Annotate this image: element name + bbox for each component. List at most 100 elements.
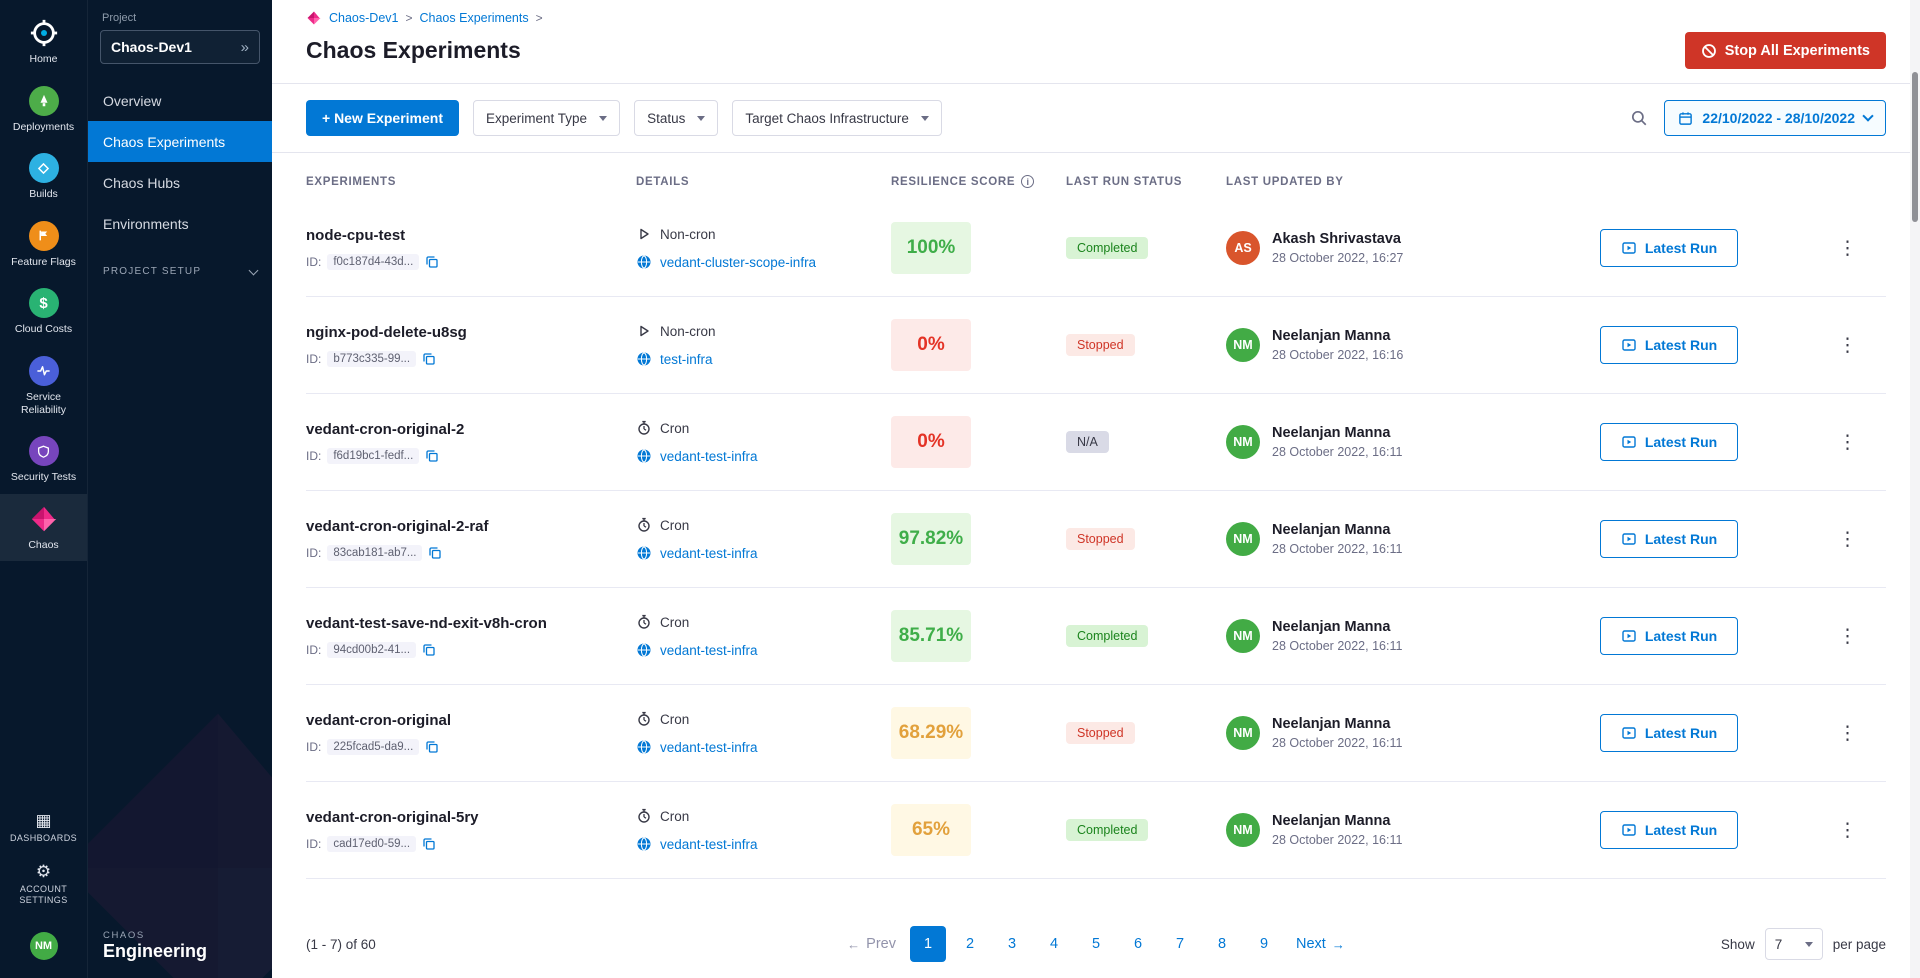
next-page-button[interactable]: Next	[1288, 926, 1353, 962]
page-button[interactable]: 2	[952, 926, 988, 962]
copy-icon[interactable]	[422, 837, 436, 851]
user-profile-item[interactable]: NM	[0, 915, 87, 978]
chevron-down-icon	[1805, 942, 1813, 947]
experiment-name[interactable]: vedant-cron-original-2-raf	[306, 518, 636, 535]
infrastructure-link[interactable]: vedant-test-infra	[660, 740, 758, 755]
latest-run-button[interactable]: Latest Run	[1600, 811, 1738, 849]
copy-icon[interactable]	[425, 740, 439, 754]
latest-run-button[interactable]: Latest Run	[1600, 229, 1738, 267]
sidebar-item-feature-flags[interactable]: Feature Flags	[0, 211, 87, 279]
schedule-type: Non-cron	[660, 324, 716, 339]
page-button[interactable]: 3	[994, 926, 1030, 962]
prev-page-button[interactable]: Prev	[839, 926, 904, 962]
experiment-name[interactable]: nginx-pod-delete-u8sg	[306, 324, 636, 341]
kebab-menu-button[interactable]: ⋮	[1830, 718, 1865, 749]
column-header-details: DETAILS	[636, 176, 891, 188]
play-icon	[636, 226, 652, 242]
security-tests-icon	[29, 436, 59, 466]
kebab-menu-button[interactable]: ⋮	[1830, 524, 1865, 555]
copy-icon[interactable]	[425, 255, 439, 269]
expand-sidebar-icon[interactable]	[241, 39, 249, 56]
latest-run-icon	[1621, 822, 1637, 838]
infrastructure-link[interactable]: test-infra	[660, 352, 713, 367]
infrastructure-link[interactable]: vedant-test-infra	[660, 837, 758, 852]
status-filter[interactable]: Status	[634, 100, 718, 136]
info-icon[interactable]	[1021, 175, 1034, 188]
experiment-name[interactable]: vedant-cron-original	[306, 712, 636, 729]
copy-icon[interactable]	[425, 449, 439, 463]
sidebar-item-account-settings[interactable]: ⚙ ACCOUNT SETTINGS	[0, 854, 87, 916]
resilience-score-value: 85.71%	[891, 610, 971, 662]
experiment-name[interactable]: vedant-cron-original-5ry	[306, 809, 636, 826]
page-button[interactable]: 9	[1246, 926, 1282, 962]
vertical-scrollbar[interactable]	[1910, 0, 1920, 978]
table-row: vedant-cron-original-2-raf ID: 83cab181-…	[306, 491, 1886, 588]
infrastructure-link[interactable]: vedant-test-infra	[660, 546, 758, 561]
kebab-menu-button[interactable]: ⋮	[1830, 233, 1865, 264]
latest-run-label: Latest Run	[1645, 822, 1717, 838]
ban-icon	[1701, 43, 1717, 59]
avatar[interactable]: NM	[30, 932, 58, 960]
experiment-id-value: 225fcad5-da9...	[327, 739, 419, 755]
page-button[interactable]: 5	[1078, 926, 1114, 962]
kebab-menu-button[interactable]: ⋮	[1830, 330, 1865, 361]
sidebar-item-label: Overview	[103, 93, 161, 109]
project-setup-toggle[interactable]: PROJECT SETUP	[88, 266, 272, 277]
copy-icon[interactable]	[422, 352, 436, 366]
latest-run-icon	[1621, 628, 1637, 644]
experiment-name[interactable]: vedant-test-save-nd-exit-v8h-cron	[306, 615, 636, 632]
page-button[interactable]: 6	[1120, 926, 1156, 962]
sidebar-item-chaos[interactable]: Chaos	[0, 494, 87, 562]
latest-run-button[interactable]: Latest Run	[1600, 520, 1738, 558]
latest-run-button[interactable]: Latest Run	[1600, 423, 1738, 461]
page-button[interactable]: 4	[1036, 926, 1072, 962]
experiment-type-filter[interactable]: Experiment Type	[473, 100, 620, 136]
page-button[interactable]: 8	[1204, 926, 1240, 962]
infrastructure-link[interactable]: vedant-cluster-scope-infra	[660, 255, 816, 270]
stop-all-experiments-button[interactable]: Stop All Experiments	[1685, 32, 1886, 69]
stopwatch-icon	[636, 420, 652, 436]
breadcrumb-link-project[interactable]: Chaos-Dev1	[329, 11, 398, 25]
sidebar-item-chaos-hubs[interactable]: Chaos Hubs	[88, 162, 272, 203]
per-page-select[interactable]: 7	[1765, 928, 1823, 960]
sidebar-item-environments[interactable]: Environments	[88, 203, 272, 244]
chevron-down-icon	[921, 116, 929, 121]
sidebar-item-security-tests[interactable]: Security Tests	[0, 426, 87, 494]
sidebar-item-cloud-costs[interactable]: $ Cloud Costs	[0, 278, 87, 346]
latest-run-button[interactable]: Latest Run	[1600, 617, 1738, 655]
sidebar-item-dashboards[interactable]: ▦ DASHBOARDS	[0, 803, 87, 853]
sidebar-item-overview[interactable]: Overview	[88, 80, 272, 121]
copy-icon[interactable]	[428, 546, 442, 560]
updated-at: 28 October 2022, 16:11	[1272, 445, 1402, 459]
column-header-last-run-status: LAST RUN STATUS	[1066, 176, 1226, 188]
date-range-picker[interactable]: 22/10/2022 - 28/10/2022	[1664, 100, 1886, 136]
infrastructure-link[interactable]: vedant-test-infra	[660, 449, 758, 464]
breadcrumb-link-experiments[interactable]: Chaos Experiments	[420, 11, 529, 25]
sidebar-item-builds[interactable]: Builds	[0, 143, 87, 211]
project-selector[interactable]: Chaos-Dev1	[100, 30, 260, 64]
experiment-name[interactable]: node-cpu-test	[306, 227, 636, 244]
kebab-menu-button[interactable]: ⋮	[1830, 815, 1865, 846]
scrollbar-thumb[interactable]	[1912, 72, 1918, 222]
column-header-last-updated-by: LAST UPDATED BY	[1226, 176, 1600, 188]
kebab-menu-button[interactable]: ⋮	[1830, 427, 1865, 458]
search-button[interactable]	[1630, 109, 1648, 127]
builds-icon	[29, 153, 59, 183]
sidebar-item-home[interactable]: Home	[0, 8, 87, 76]
latest-run-button[interactable]: Latest Run	[1600, 714, 1738, 752]
kebab-menu-button[interactable]: ⋮	[1830, 621, 1865, 652]
filter-label: Status	[647, 111, 685, 126]
sidebar-item-chaos-experiments[interactable]: Chaos Experiments	[88, 121, 272, 162]
stopwatch-icon	[636, 808, 652, 824]
infrastructure-link[interactable]: vedant-test-infra	[660, 643, 758, 658]
target-infrastructure-filter[interactable]: Target Chaos Infrastructure	[732, 100, 942, 136]
page-button[interactable]: 1	[910, 926, 946, 962]
page-button[interactable]: 7	[1162, 926, 1198, 962]
experiment-name[interactable]: vedant-cron-original-2	[306, 421, 636, 438]
sidebar-item-deployments[interactable]: Deployments	[0, 76, 87, 144]
new-experiment-button[interactable]: + New Experiment	[306, 100, 459, 136]
latest-run-button[interactable]: Latest Run	[1600, 326, 1738, 364]
sidebar-item-service-reliability[interactable]: Service Reliability	[0, 346, 87, 426]
infrastructure-icon	[636, 836, 652, 852]
copy-icon[interactable]	[422, 643, 436, 657]
